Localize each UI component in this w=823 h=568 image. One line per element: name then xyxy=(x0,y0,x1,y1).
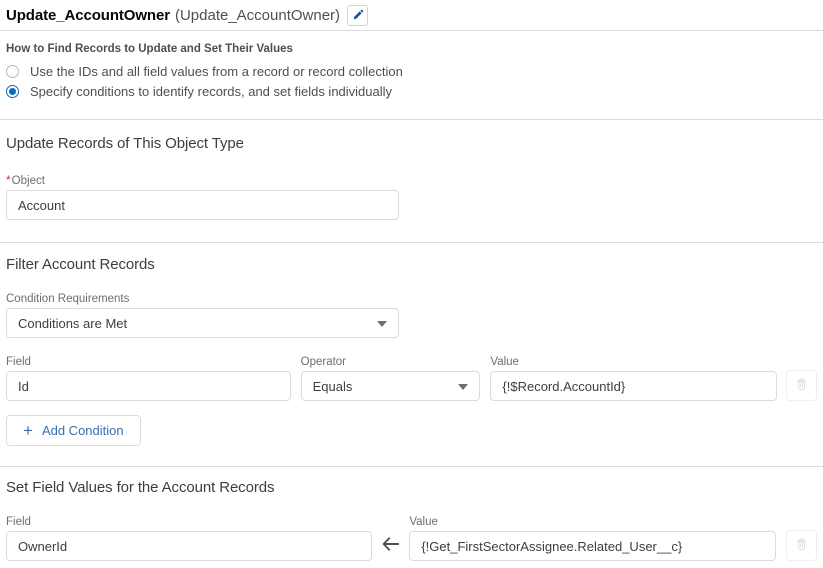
plus-icon: + xyxy=(23,421,33,440)
filter-records-section: Filter Account Records Condition Require… xyxy=(0,243,823,446)
trash-icon xyxy=(795,538,808,554)
condition-value-text: {!$Record.AccountId} xyxy=(502,378,626,394)
object-input-value: Account xyxy=(18,197,65,213)
condition-operator-label: Operator xyxy=(300,356,347,368)
condition-field-input[interactable]: Id xyxy=(6,371,291,401)
pencil-icon xyxy=(352,9,364,21)
filter-section-heading: Filter Account Records xyxy=(6,256,155,273)
chevron-down-icon xyxy=(377,321,387,327)
delete-assignment-button[interactable] xyxy=(786,530,817,561)
arrow-left-icon xyxy=(381,536,401,555)
assignment-delete-column xyxy=(786,530,817,561)
condition-delete-column xyxy=(786,370,818,401)
object-label-text: Object xyxy=(11,175,45,187)
assignment-field-label: Field xyxy=(6,516,31,528)
assignment-arrow xyxy=(372,530,410,561)
assignment-value-label: Value xyxy=(409,516,438,528)
page-title: Update_AccountOwner xyxy=(6,6,170,24)
chevron-down-icon xyxy=(458,384,469,390)
assignment-row: Field OwnerId Value {!Get_FirstSectorAss… xyxy=(6,516,817,561)
condition-requirements-select[interactable]: Conditions are Met xyxy=(6,308,399,338)
condition-value-column: Value {!$Record.AccountId} xyxy=(490,356,778,401)
how-to-find-legend: How to Find Records to Update and Set Th… xyxy=(6,43,293,55)
assignment-value-column: Value {!Get_FirstSectorAssignee.Related_… xyxy=(409,516,776,561)
radio-label: Specify conditions to identify records, … xyxy=(30,83,393,99)
set-values-section-heading: Set Field Values for the Account Records xyxy=(6,479,275,496)
condition-operator-value: Equals xyxy=(312,378,353,394)
required-indicator: * xyxy=(6,173,11,187)
condition-requirements-value: Conditions are Met xyxy=(18,315,128,331)
edit-label-button[interactable] xyxy=(347,4,369,26)
set-field-values-section: Set Field Values for the Account Records… xyxy=(0,467,823,561)
assignment-value-input[interactable]: {!Get_FirstSectorAssignee.Related_User__… xyxy=(409,531,776,561)
radio-label: Use the IDs and all field values from a … xyxy=(30,63,403,79)
object-field-label: *Object xyxy=(6,173,817,187)
element-header: Update_AccountOwner (Update_AccountOwner… xyxy=(0,0,823,31)
condition-value-input[interactable]: {!$Record.AccountId} xyxy=(490,371,778,401)
page-api-name: (Update_AccountOwner) xyxy=(174,6,341,24)
condition-field-label: Field xyxy=(6,356,31,368)
assignment-field-value: OwnerId xyxy=(18,538,68,554)
radio-icon xyxy=(6,64,19,78)
radio-icon-selected xyxy=(6,84,19,98)
assignment-field-input[interactable]: OwnerId xyxy=(6,531,372,561)
add-condition-label: Add Condition xyxy=(41,423,124,438)
condition-requirements-label: Condition Requirements xyxy=(6,293,130,305)
object-section-heading: Update Records of This Object Type xyxy=(6,135,244,152)
how-to-find-records-group: How to Find Records to Update and Set Th… xyxy=(0,31,823,101)
condition-value-label: Value xyxy=(490,356,519,368)
update-object-section: Update Records of This Object Type *Obje… xyxy=(0,120,823,220)
condition-field-value: Id xyxy=(18,378,29,394)
radio-option-specify-conditions[interactable]: Specify conditions to identify records, … xyxy=(6,81,817,101)
assignment-value-text: {!Get_FirstSectorAssignee.Related_User__… xyxy=(421,538,683,554)
object-input[interactable]: Account xyxy=(6,190,399,220)
delete-condition-button[interactable] xyxy=(786,370,818,401)
condition-operator-column: Operator Equals xyxy=(300,356,481,401)
condition-row: Field Id Operator Equals Value {!$Record… xyxy=(6,356,818,401)
trash-icon xyxy=(795,378,808,394)
radio-option-use-ids[interactable]: Use the IDs and all field values from a … xyxy=(6,61,817,81)
add-condition-button[interactable]: + Add Condition xyxy=(6,415,141,446)
assignment-field-column: Field OwnerId xyxy=(6,516,372,561)
condition-operator-select[interactable]: Equals xyxy=(300,371,481,401)
condition-field-column: Field Id xyxy=(6,356,291,401)
